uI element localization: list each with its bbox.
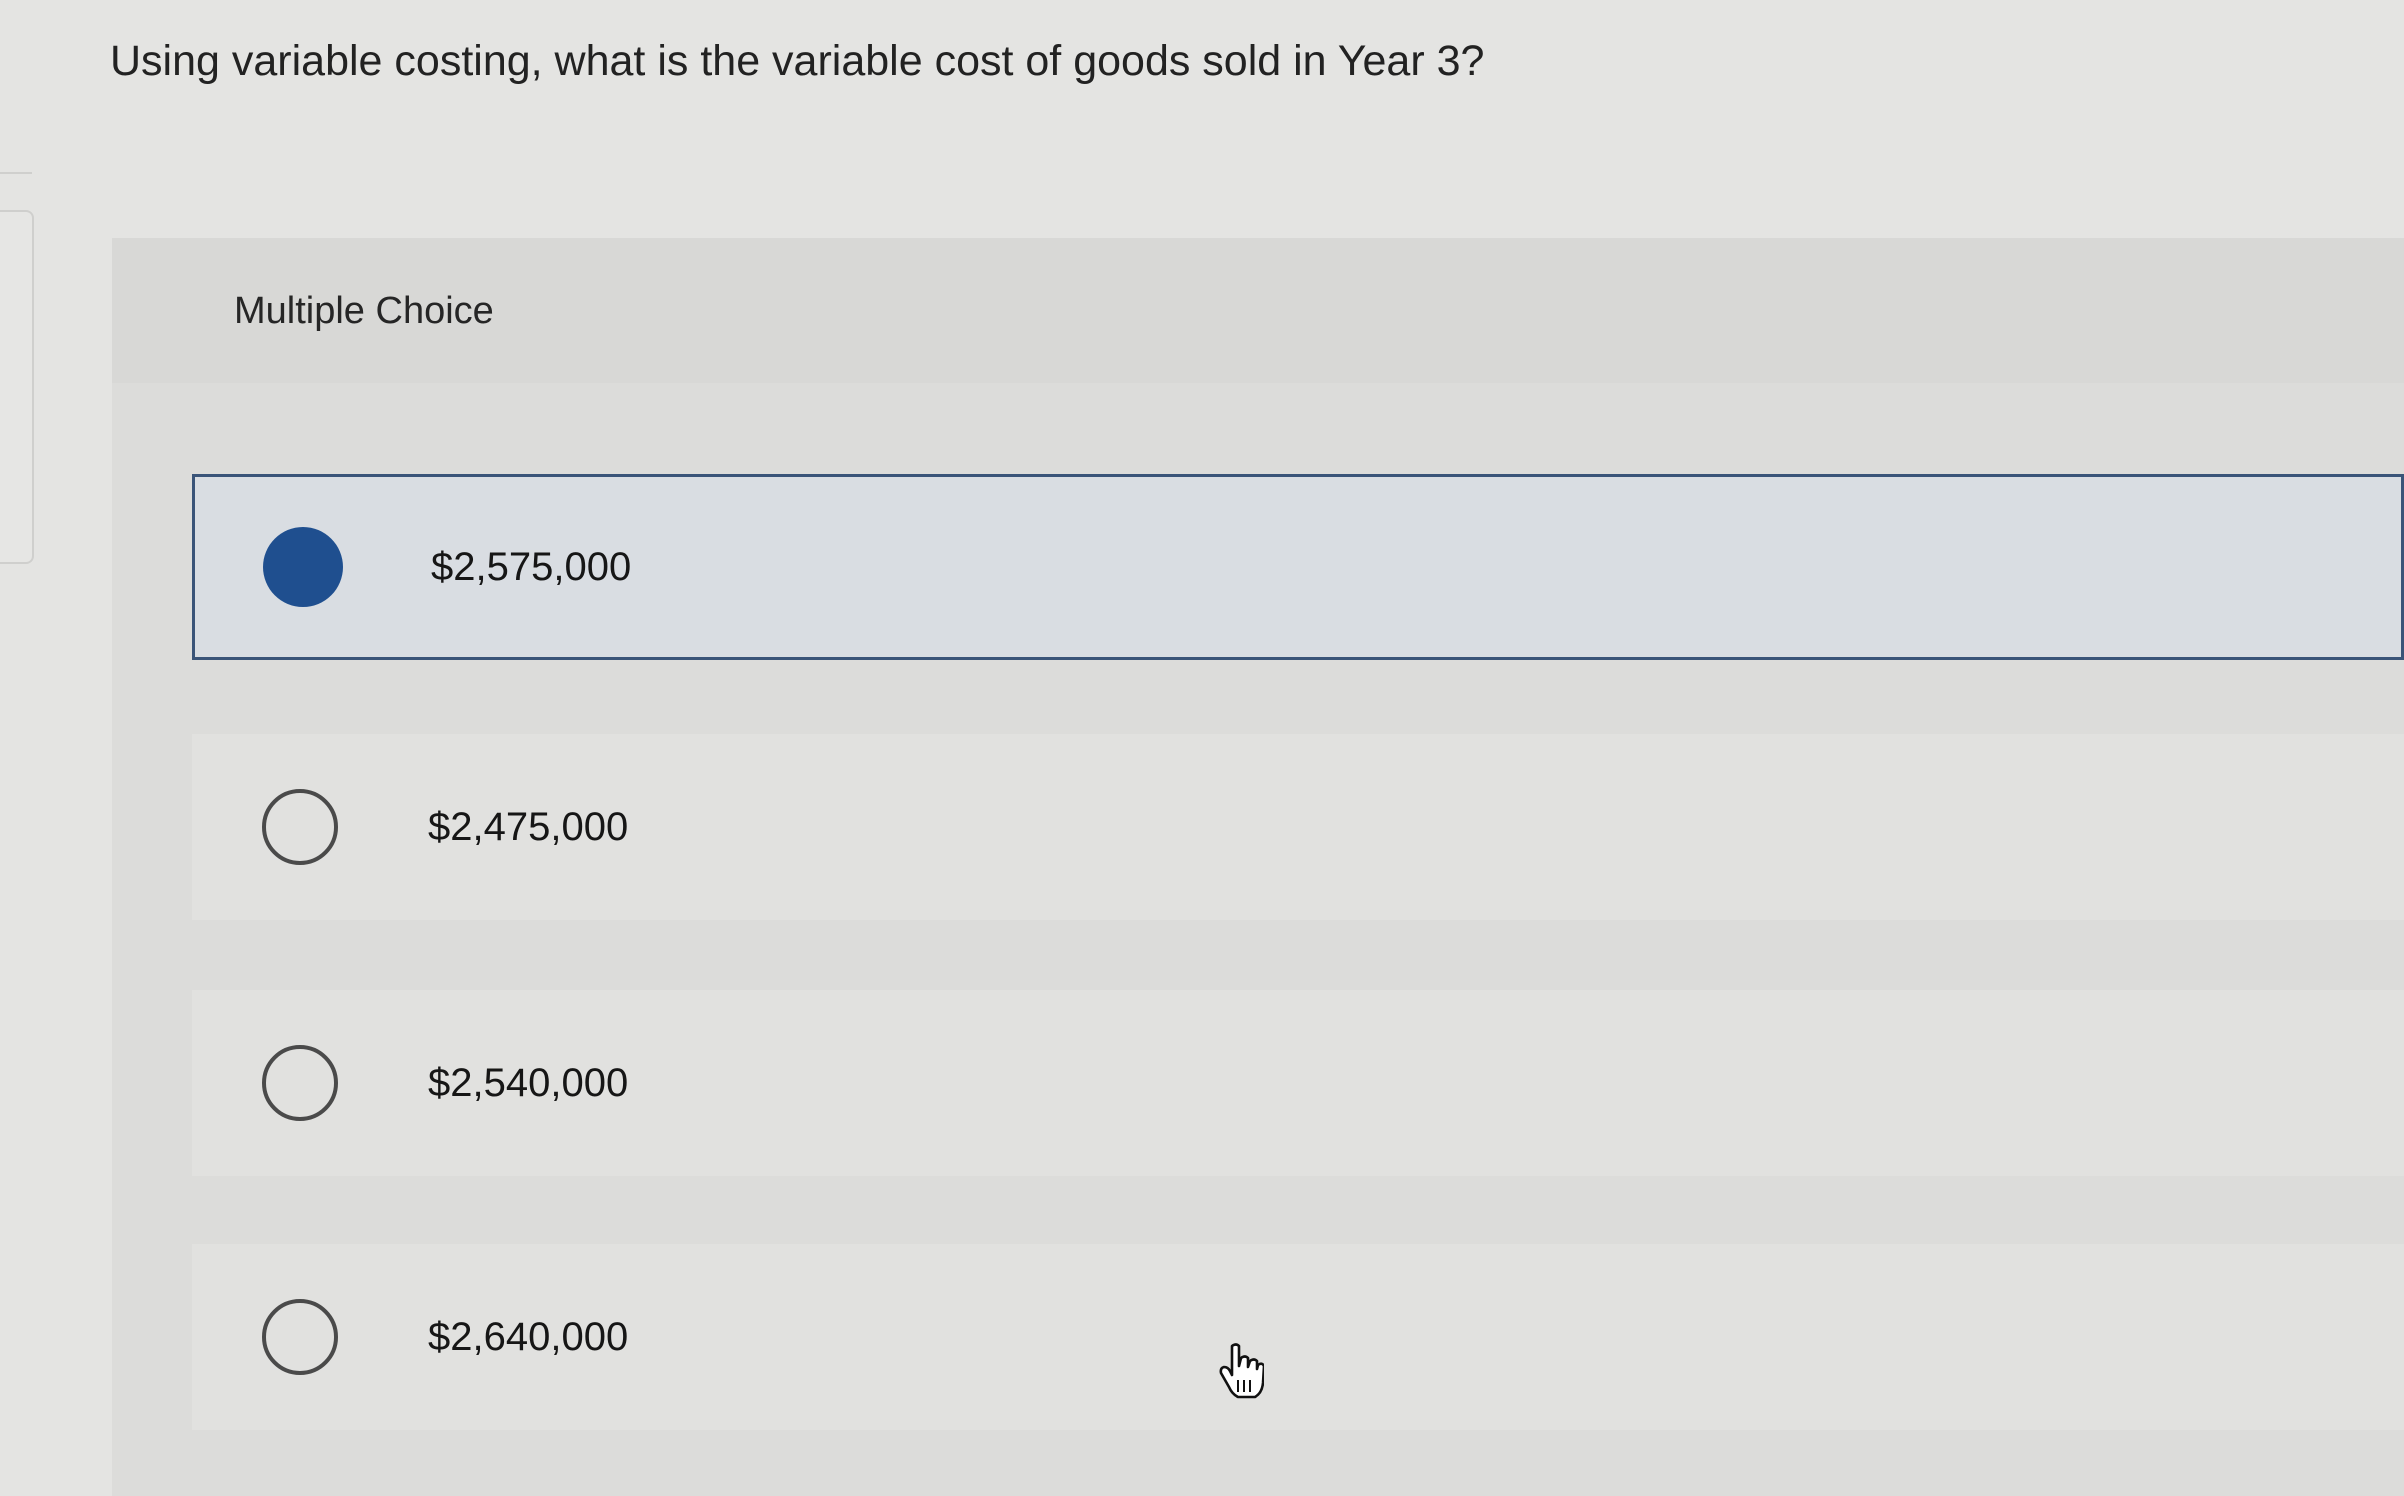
answer-option-2[interactable]: $2,475,000 bbox=[192, 734, 2404, 920]
answer-option-label: $2,640,000 bbox=[428, 1315, 629, 1359]
radio-unselected-icon[interactable] bbox=[262, 789, 338, 865]
hand-pointer-cursor-icon bbox=[1219, 1343, 1264, 1399]
radio-unselected-icon[interactable] bbox=[262, 1299, 338, 1375]
multiple-choice-panel: Multiple Choice $2,575,000 $2,475,000 $2… bbox=[112, 238, 2404, 1496]
radio-unselected-icon[interactable] bbox=[262, 1045, 338, 1121]
answer-option-3[interactable]: $2,540,000 bbox=[192, 990, 2404, 1176]
answer-option-label: $2,475,000 bbox=[428, 805, 629, 849]
answer-option-label: $2,575,000 bbox=[431, 545, 632, 589]
answer-option-1[interactable]: $2,575,000 bbox=[192, 474, 2404, 660]
answer-option-4[interactable]: $2,640,000 bbox=[192, 1244, 2404, 1430]
left-edge-panel bbox=[0, 210, 34, 564]
radio-selected-icon[interactable] bbox=[263, 527, 343, 607]
question-text: Using variable costing, what is the vari… bbox=[110, 37, 1485, 85]
multiple-choice-title: Multiple Choice bbox=[234, 290, 494, 332]
answer-option-label: $2,540,000 bbox=[428, 1061, 629, 1105]
multiple-choice-header: Multiple Choice bbox=[112, 238, 2404, 383]
left-edge-divider bbox=[0, 172, 32, 174]
